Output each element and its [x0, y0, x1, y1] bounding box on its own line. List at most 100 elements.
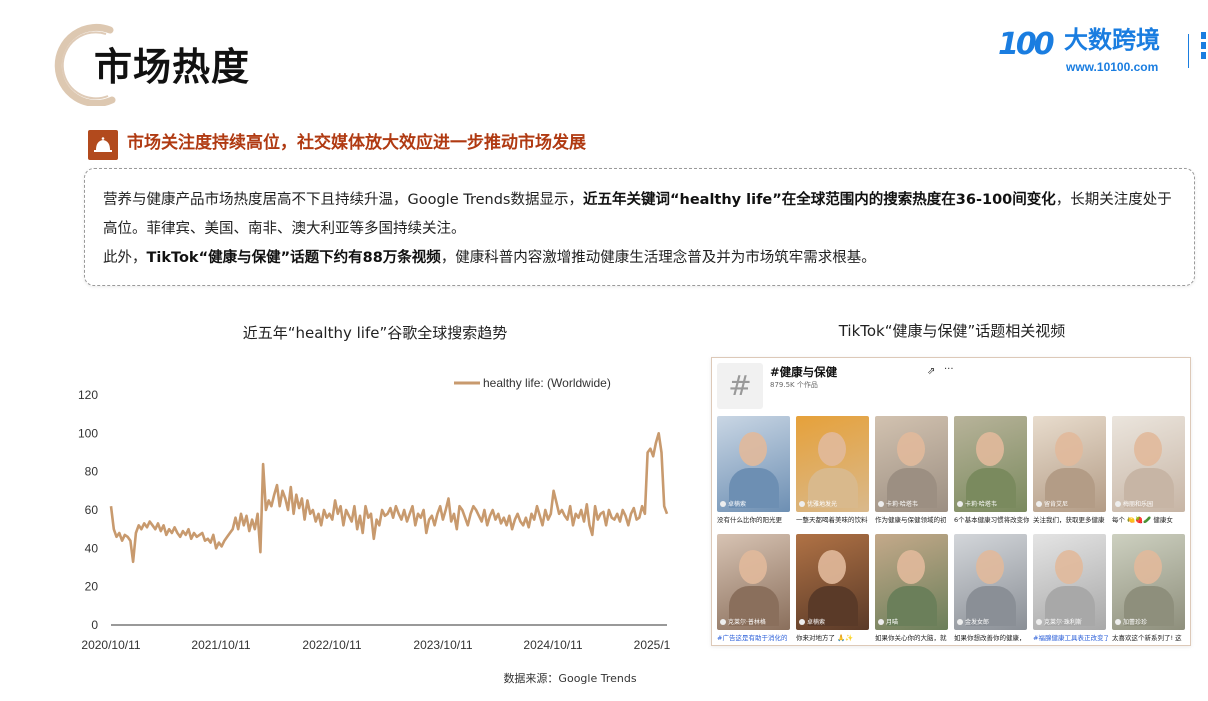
video-thumbnail[interactable]: 月喵: [875, 534, 948, 630]
video-caption: #广告这是有助于消化的: [717, 634, 788, 642]
person-figure: [739, 550, 767, 584]
video-author-name: 金发女郎: [965, 619, 990, 626]
y-tick-label: 0: [91, 618, 98, 632]
video-author: 克莱尔·普林格: [720, 617, 766, 626]
video-thumbnail[interactable]: 金发女郎: [954, 534, 1027, 630]
video-author-name: 克莱尔·普林格: [728, 619, 766, 626]
video-author-name: 克莱尔·珠利斯: [1044, 619, 1082, 626]
avatar: [1036, 619, 1042, 625]
x-tick-label: 2022/10/11: [302, 638, 361, 652]
data-source: 数据来源：Google Trends: [503, 672, 637, 685]
brand-mark: 100: [998, 27, 1055, 62]
video-author: 月喵: [878, 617, 898, 626]
person-figure: [1055, 432, 1083, 466]
bell-icon: [88, 130, 118, 160]
avatar: [720, 501, 726, 507]
video-author: 卓楠索: [799, 617, 825, 626]
video-thumbnail[interactable]: 卓楠索: [796, 534, 869, 630]
avatar: [1115, 501, 1121, 507]
video-caption: 一整天都喝着美味的饮料: [796, 516, 868, 524]
video-author-name: 梅丽和乐园: [1123, 501, 1154, 508]
x-tick-label: 2023/10/11: [413, 638, 472, 652]
avatar: [720, 619, 726, 625]
video-author-name: 卡莉·哈塔韦: [886, 501, 918, 508]
brand-side-mark: [1201, 32, 1206, 70]
video-caption: 如果你想改善你的健康，: [954, 634, 1026, 642]
video-thumbnail[interactable]: 卓楠索: [717, 416, 790, 512]
person-figure: [1134, 550, 1162, 584]
y-tick-label: 80: [85, 465, 99, 479]
section-subheading: 市场关注度持续高位，社交媒体放大效应进一步推动市场发展: [127, 133, 586, 153]
video-caption: 没有什么比你的阳光更: [717, 516, 782, 524]
description-text: 营养与健康产品市场热度居高不下且持续升温，Google Trends数据显示，: [103, 192, 583, 208]
page-title: 市场热度: [94, 45, 251, 89]
video-thumbnail[interactable]: 留肯艾尼: [1033, 416, 1106, 512]
description-paragraph-1: 营养与健康产品市场热度居高不下且持续升温，Google Trends数据显示，近…: [103, 186, 1178, 244]
brand-name: 大数跨境: [1064, 26, 1160, 54]
y-tick-label: 60: [85, 503, 99, 517]
video-caption: 你来对地方了 🙏✨: [796, 634, 854, 642]
video-author-name: 月喵: [886, 619, 899, 626]
video-thumbnail[interactable]: 优雅地发光: [796, 416, 869, 512]
person-figure: [897, 432, 925, 466]
tiktok-screenshot: # #健康与保健 879.5K 个作品 ⇗ ··· 卓楠索 没有什么比你的阳光更优…: [711, 357, 1191, 646]
series-line-healthy-life: [109, 432, 669, 564]
video-caption: 关注我们，获取更多健康: [1033, 516, 1105, 524]
y-tick-label: 120: [78, 388, 98, 402]
video-author: 克莱尔·珠利斯: [1036, 617, 1082, 626]
legend-label: healthy life: (Worldwide): [483, 376, 611, 390]
video-author-name: 加蕾珍珍: [1123, 619, 1148, 626]
video-caption: 太喜欢这个新系列了! 这: [1112, 634, 1182, 642]
video-author: 卓楠索: [720, 499, 746, 508]
video-thumbnail[interactable]: 加蕾珍珍: [1112, 534, 1185, 630]
video-author: 留肯艾尼: [1036, 499, 1068, 508]
video-thumbnail[interactable]: 梅丽和乐园: [1112, 416, 1185, 512]
description-paragraph-2: 此外，TikTok“健康与保健”话题下约有88万条视频，健康科普内容激增推动健康…: [103, 244, 1178, 273]
person-figure: [818, 432, 846, 466]
description-box: 营养与健康产品市场热度居高不下且持续升温，Google Trends数据显示，近…: [84, 168, 1195, 286]
avatar: [878, 501, 884, 507]
video-author-name: 卓楠索: [807, 619, 826, 626]
video-author-name: 优雅地发光: [807, 501, 838, 508]
avatar: [1036, 501, 1042, 507]
y-tick-label: 100: [78, 426, 98, 440]
video-thumbnail[interactable]: 克莱尔·普林格: [717, 534, 790, 630]
more-icon[interactable]: ···: [944, 364, 954, 375]
video-author: 梅丽和乐园: [1115, 499, 1153, 508]
tiktok-section-title: TikTok“健康与保健”话题相关视频: [838, 322, 1066, 340]
person-figure: [739, 432, 767, 466]
video-caption: #福腺健康工具表正改变了: [1033, 634, 1108, 642]
video-thumbnail[interactable]: 卡莉·哈塔韦: [875, 416, 948, 512]
description-highlight: 近五年关键词“healthy life”在全球范围内的搜索热度在36-100间变…: [582, 192, 1056, 208]
hashtag-icon: #: [717, 363, 763, 409]
x-tick-label: 2021/10/11: [191, 638, 250, 652]
x-tick-label: 2025/1: [634, 638, 671, 652]
video-caption: 如果你关心你的大脑，就: [875, 634, 947, 642]
x-tick-label: 2024/10/11: [523, 638, 582, 652]
video-caption: 6个基本健康习惯将改变你: [954, 516, 1029, 524]
video-author: 加蕾珍珍: [1115, 617, 1147, 626]
person-figure: [1134, 432, 1162, 466]
brand-url: www.10100.com: [1066, 60, 1159, 74]
video-author: 金发女郎: [957, 617, 989, 626]
avatar: [957, 619, 963, 625]
tiktok-hashtag[interactable]: #健康与保健: [770, 364, 837, 380]
y-tick-label: 20: [85, 580, 99, 594]
video-caption: 每个 🍋🍓🥒 健康女: [1112, 516, 1173, 524]
person-figure: [976, 432, 1004, 466]
avatar: [799, 619, 805, 625]
video-thumbnail[interactable]: 卡莉·哈塔韦: [954, 416, 1027, 512]
video-caption: 作为健康与保健领域的初: [875, 516, 947, 524]
video-thumbnail[interactable]: 克莱尔·珠利斯: [1033, 534, 1106, 630]
video-author: 优雅地发光: [799, 499, 837, 508]
share-icon[interactable]: ⇗: [927, 366, 935, 377]
person-figure: [897, 550, 925, 584]
description-text: 此外，: [103, 250, 147, 266]
avatar: [878, 619, 884, 625]
trend-line-chart: 0 20 40 60 80 100 120 2020/10/11 2021/10/11 2022/…: [78, 376, 671, 652]
description-highlight: TikTok“健康与保健”话题下约有88万条视频: [146, 250, 441, 266]
description-text: ，健康科普内容激增推动健康生活理念普及并为市场筑牢需求根基。: [440, 250, 876, 266]
chart-title: 近五年“healthy life”谷歌全球搜索趋势: [242, 324, 508, 342]
brand-logo: 100 大数跨境 www.10100.com: [998, 26, 1208, 78]
tiktok-video-count: 879.5K 个作品: [770, 381, 818, 389]
